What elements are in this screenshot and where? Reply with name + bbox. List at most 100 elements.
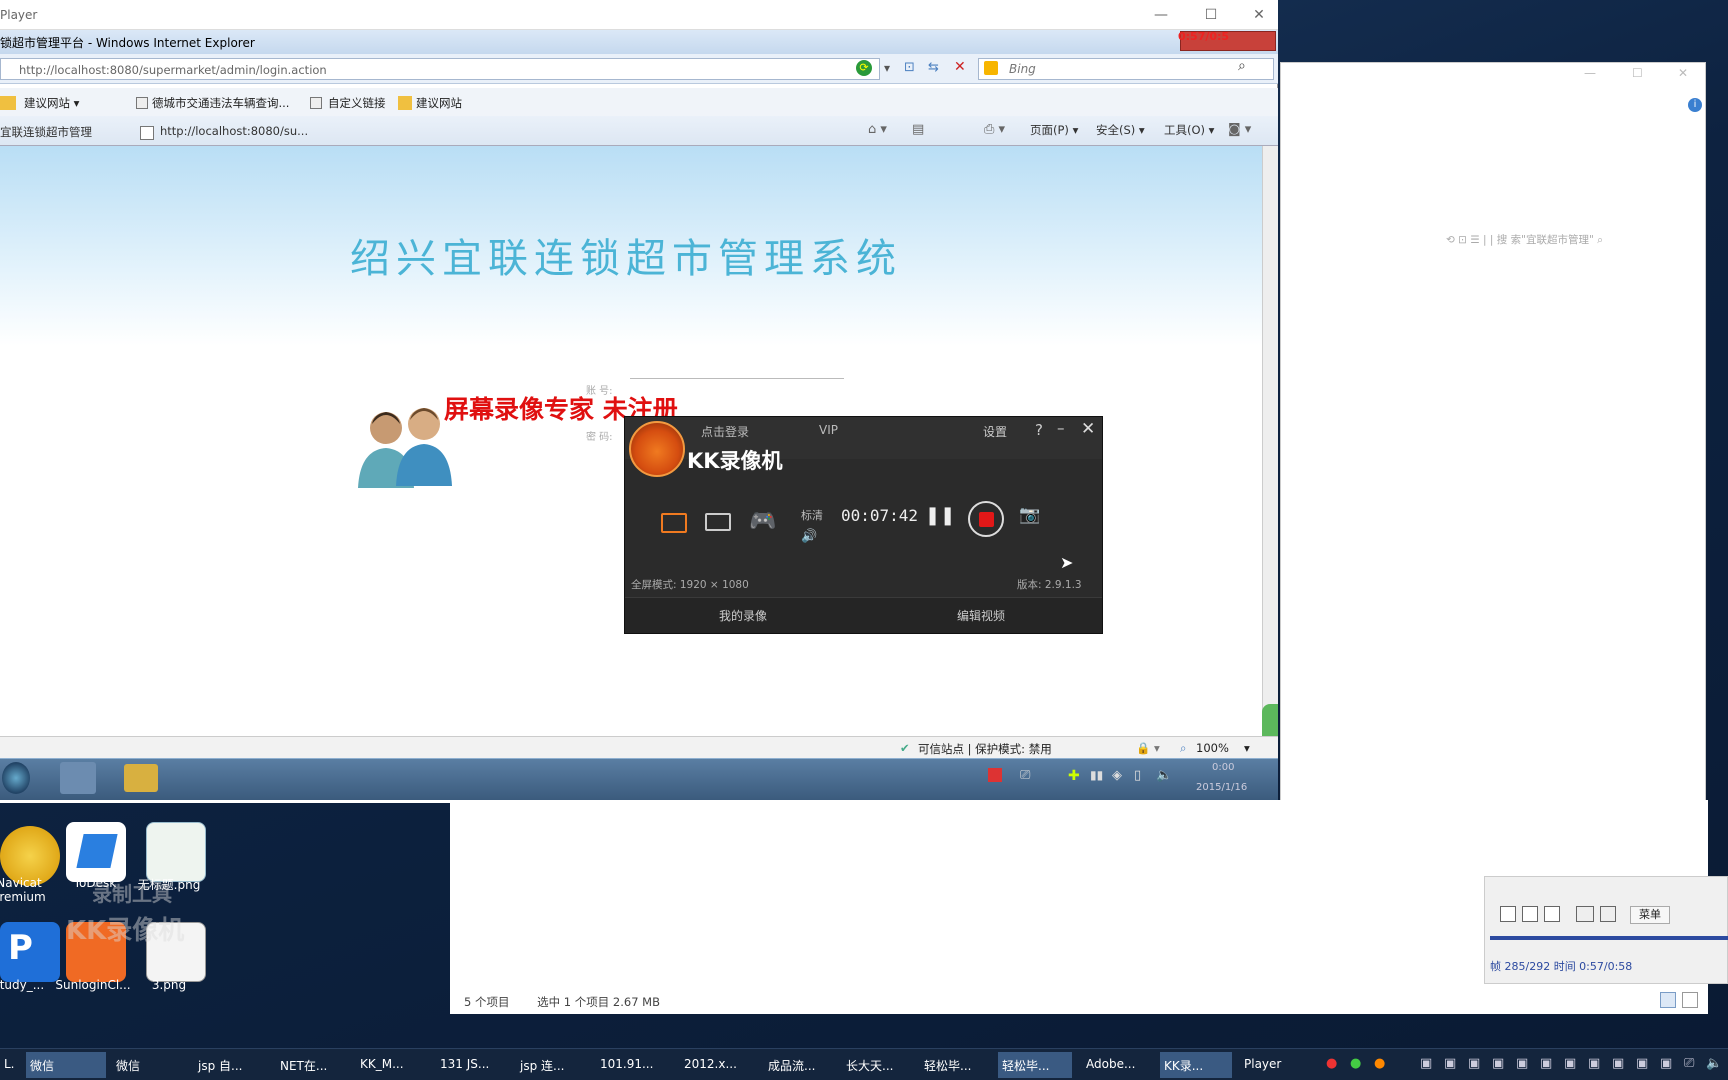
- taskbar-item[interactable]: KK_M...: [356, 1052, 422, 1078]
- tray-icon[interactable]: ▣: [1660, 1056, 1672, 1071]
- png-file-icon[interactable]: [146, 822, 206, 882]
- edit-video-button[interactable]: 编辑视频: [957, 607, 1005, 624]
- search-icon[interactable]: ⌕: [1238, 58, 1246, 74]
- details-view-icon[interactable]: [1660, 992, 1676, 1008]
- camera-icon[interactable]: 📷: [1019, 505, 1040, 525]
- start-button[interactable]: L.: [0, 1052, 22, 1078]
- favorite-link-3[interactable]: 自定义链接: [328, 95, 386, 111]
- tray-icon[interactable]: ▣: [1444, 1056, 1456, 1071]
- ghost-minimize-icon[interactable]: —: [1584, 66, 1596, 80]
- fit-screen-icon[interactable]: [1576, 906, 1594, 922]
- zoom-level[interactable]: 100%: [1196, 741, 1229, 755]
- favorite-link-2[interactable]: 德城市交通违法车辆查询...: [152, 95, 289, 111]
- tray-wechat-icon[interactable]: ●: [1350, 1056, 1361, 1071]
- tray-icon[interactable]: ▣: [1612, 1056, 1624, 1071]
- taskbar-item[interactable]: 101.91...: [596, 1052, 666, 1078]
- tray-volume-icon[interactable]: 🔈: [1156, 768, 1172, 783]
- tray-icon[interactable]: ▣: [1420, 1056, 1432, 1071]
- pause-icon[interactable]: ❚❚: [925, 505, 955, 526]
- tray-icon[interactable]: ▣: [1540, 1056, 1552, 1071]
- tray-battery-icon[interactable]: ▯: [1134, 768, 1141, 783]
- folder-taskbar-icon[interactable]: [124, 764, 158, 792]
- taskbar-item[interactable]: KK录...: [1160, 1052, 1232, 1078]
- tray-icon[interactable]: ▣: [1516, 1056, 1528, 1071]
- kk-vip-link[interactable]: VIP: [819, 423, 838, 437]
- tray-network-icon[interactable]: ⎚: [1684, 1056, 1694, 1071]
- player-close-button[interactable]: ✕: [1244, 4, 1274, 26]
- my-recordings-button[interactable]: 我的录像: [719, 607, 767, 624]
- ghost-close-icon[interactable]: ✕: [1678, 66, 1688, 80]
- tray-icon[interactable]: ▣: [1636, 1056, 1648, 1071]
- player-menu-button[interactable]: 菜单: [1630, 906, 1670, 924]
- taskbar-item[interactable]: NET在...: [276, 1052, 342, 1078]
- page-menu[interactable]: 页面(P) ▾: [1030, 122, 1078, 138]
- ghost-maximize-icon[interactable]: ☐: [1632, 66, 1643, 80]
- print-icon[interactable]: ⎙ ▾: [984, 122, 1005, 137]
- taskbar-item[interactable]: 2012.x...: [680, 1052, 750, 1078]
- taskbar-item[interactable]: 长大天...: [842, 1052, 912, 1078]
- reload-icon[interactable]: ⇆: [928, 60, 939, 75]
- search-input[interactable]: Bing: [978, 58, 1274, 80]
- network-taskbar-icon[interactable]: [60, 762, 96, 794]
- favorite-link-1[interactable]: 建议网站 ▾: [24, 95, 79, 111]
- tray-shield-icon[interactable]: ◈: [1112, 768, 1122, 783]
- kk-settings-button[interactable]: 设置: [983, 423, 1007, 440]
- home-icon[interactable]: ⌂ ▾: [868, 122, 887, 137]
- tools-menu[interactable]: 工具(O) ▾: [1164, 122, 1214, 138]
- tray-icon[interactable]: ▣: [1468, 1056, 1480, 1071]
- window-mode-icon[interactable]: [705, 513, 731, 531]
- taskbar-item[interactable]: 131 JS...: [436, 1052, 502, 1078]
- fullscreen-icon[interactable]: [1600, 906, 1616, 922]
- dropdown-arrow-icon[interactable]: ▾: [884, 61, 890, 75]
- refresh-icon[interactable]: ⟳: [856, 60, 872, 76]
- taskbar-item[interactable]: 微信: [112, 1052, 188, 1078]
- kk-minimize-button[interactable]: –: [1057, 419, 1065, 437]
- taskbar-item[interactable]: Adobe...: [1082, 1052, 1156, 1078]
- taskbar-item[interactable]: jsp 自...: [194, 1052, 260, 1078]
- safety-menu[interactable]: 安全(S) ▾: [1096, 122, 1145, 138]
- compat-view-icon[interactable]: ⊡: [904, 60, 915, 75]
- prev-frame-icon[interactable]: [1500, 906, 1516, 922]
- lock-icon[interactable]: 🔒 ▾: [1136, 741, 1160, 755]
- taskbar-item[interactable]: 成品流...: [764, 1052, 834, 1078]
- tray-app-icon[interactable]: [988, 768, 1002, 782]
- next-frame-icon[interactable]: [1544, 906, 1560, 922]
- taskbar-item[interactable]: 微信: [26, 1052, 106, 1078]
- tray-icon[interactable]: ▣: [1564, 1056, 1576, 1071]
- help-icon[interactable]: ◙ ▾: [1228, 122, 1251, 137]
- volume-icon[interactable]: 🔊: [801, 529, 817, 544]
- address-input[interactable]: http://localhost:8080/supermarket/admin/…: [0, 58, 880, 80]
- large-icons-view-icon[interactable]: [1682, 992, 1698, 1008]
- tray-app-icon[interactable]: ●: [1374, 1056, 1385, 1071]
- zoom-dropdown-icon[interactable]: ▾: [1244, 741, 1250, 755]
- ghost-search-bar[interactable]: ⟲ ⊡ ☰ | | 搜 索"宜联超市管理" ⌕: [1280, 232, 1706, 256]
- player-maximize-button[interactable]: ☐: [1196, 4, 1226, 26]
- stop-playback-icon[interactable]: [1522, 906, 1538, 922]
- tray-volume-icon[interactable]: 🔈: [1706, 1056, 1722, 1071]
- stop-icon[interactable]: ✕: [954, 59, 966, 75]
- tray-plus-icon[interactable]: ✚: [1068, 768, 1080, 784]
- player-minimize-button[interactable]: —: [1146, 4, 1176, 26]
- account-input[interactable]: [630, 378, 844, 379]
- favorite-link-4[interactable]: 建议网站: [416, 95, 462, 111]
- info-icon[interactable]: i: [1688, 98, 1702, 112]
- kk-close-button[interactable]: ✕: [1081, 419, 1095, 439]
- kk-help-button[interactable]: ?: [1035, 421, 1043, 439]
- stop-record-button[interactable]: [968, 501, 1004, 537]
- taskbar-item[interactable]: 轻松毕...: [920, 1052, 994, 1078]
- page-scrollbar[interactable]: [1262, 146, 1278, 736]
- tab-title[interactable]: 宜联连锁超市管理: [0, 124, 92, 140]
- ie-taskbar-icon[interactable]: [2, 762, 30, 794]
- pstudy-icon[interactable]: P: [0, 922, 60, 982]
- playback-progress[interactable]: [1490, 936, 1728, 940]
- tray-icon[interactable]: ▣: [1492, 1056, 1504, 1071]
- tray-app-icon[interactable]: ●: [1326, 1056, 1337, 1071]
- fullscreen-mode-icon[interactable]: [661, 513, 687, 533]
- feeds-icon[interactable]: ▤: [912, 122, 924, 137]
- todesk-icon[interactable]: [66, 822, 126, 882]
- taskbar-item[interactable]: 轻松毕...: [998, 1052, 1072, 1078]
- tray-icon[interactable]: ▣: [1588, 1056, 1600, 1071]
- tray-signal-icon[interactable]: ▮▮: [1090, 768, 1103, 782]
- taskbar-item[interactable]: Player: [1240, 1052, 1320, 1078]
- tab-url[interactable]: http://localhost:8080/su...: [160, 124, 308, 138]
